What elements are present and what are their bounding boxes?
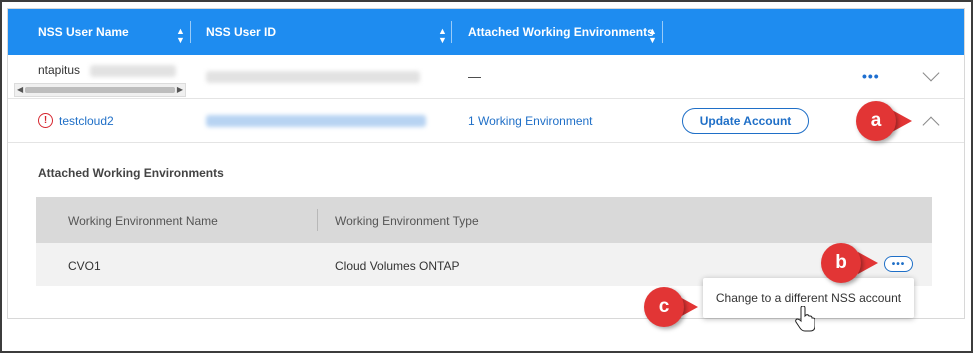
scrollbar-thumb[interactable] (25, 87, 175, 93)
chevron-up-icon[interactable] (922, 116, 940, 134)
col-nss-user-name[interactable]: NSS User Name (38, 9, 129, 55)
callout-a: a (856, 101, 896, 141)
cell-scrollbar[interactable]: ◀ ▶ (14, 83, 186, 97)
col-attached-we[interactable]: Attached Working Environments (468, 9, 654, 55)
we-table-header: Working Environment Name Working Environ… (36, 197, 932, 243)
more-dots-icon[interactable]: ••• (862, 68, 880, 84)
redacted-user-id (206, 71, 420, 83)
user-name: ntapitus (38, 63, 81, 77)
col-nss-user-name-label: NSS User Name (38, 25, 129, 39)
warning-circle-icon: ! (38, 113, 53, 128)
callout-b: b (821, 243, 861, 283)
attached-we-title: Attached Working Environments (38, 166, 224, 180)
col-we-type: Working Environment Type (335, 214, 479, 228)
change-nss-account-menu-item[interactable]: Change to a different NSS account (716, 291, 901, 305)
table-row: ! testcloud2 1 Working Environment Updat… (8, 99, 964, 143)
scroll-left-icon[interactable]: ◀ (17, 85, 23, 94)
scroll-right-icon[interactable]: ▶ (177, 85, 183, 94)
sort-icon[interactable]: ▲ ▼ (176, 27, 185, 45)
more-dots-icon[interactable]: ••• (884, 256, 913, 272)
redacted-text (90, 65, 176, 77)
header-divider (317, 209, 318, 231)
callout-pointer (858, 252, 878, 274)
redacted-user-id (206, 115, 426, 127)
header-divider (662, 21, 663, 43)
col-we-name: Working Environment Name (68, 214, 218, 228)
hand-cursor-icon (795, 306, 815, 332)
user-name-link[interactable]: testcloud2 (59, 114, 114, 128)
col-nss-user-id-label: NSS User ID (206, 25, 277, 39)
table-header: NSS User Name ▲ ▼ NSS User ID ▲ ▼ Attached… (8, 9, 964, 55)
sort-icon[interactable]: ▲ ▼ (438, 27, 447, 45)
col-nss-user-id[interactable]: NSS User ID (206, 9, 276, 55)
we-type: Cloud Volumes ONTAP (335, 259, 460, 273)
header-divider (451, 21, 452, 43)
attached-we-link[interactable]: 1 Working Environment (468, 114, 593, 128)
nss-accounts-table: NSS User Name ▲ ▼ NSS User ID ▲ ▼ Attached… (7, 8, 965, 319)
table-row: ntapitus ◀ ▶ — ••• (8, 55, 964, 99)
sort-icon[interactable]: ▲ ▼ (648, 27, 657, 45)
update-account-button[interactable]: Update Account (682, 108, 809, 134)
we-name: CVO1 (68, 259, 101, 273)
header-divider (190, 21, 191, 43)
col-attached-we-label: Attached Working Environments (468, 25, 654, 39)
chevron-down-icon[interactable] (922, 64, 940, 82)
attached-we-value: — (468, 69, 481, 84)
callout-c: c (644, 287, 684, 327)
